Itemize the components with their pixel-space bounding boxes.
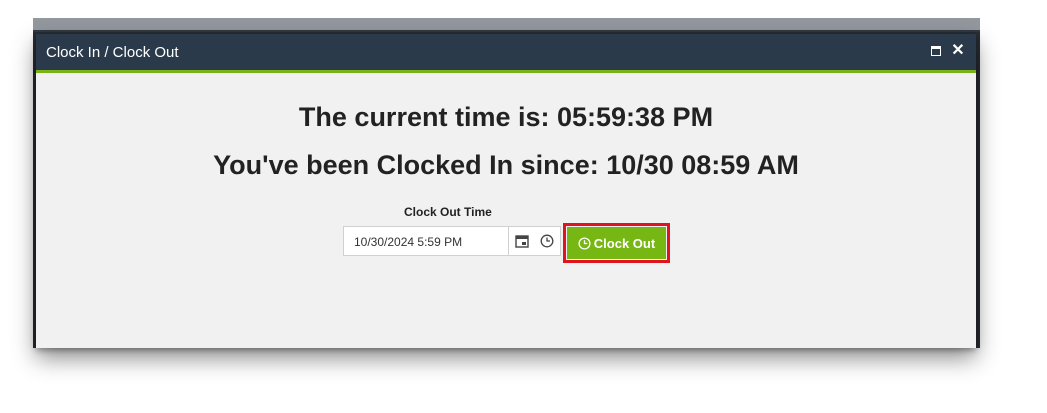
- clock-out-time-input[interactable]: [354, 235, 504, 249]
- clock-out-button[interactable]: Clock Out: [567, 227, 666, 259]
- dialog-content: The current time is: 05:59:38 PM You've …: [36, 73, 976, 348]
- clock-out-button-label: Clock Out: [593, 235, 656, 251]
- clocked-in-since-text: You've been Clocked In since: 10/30 08:5…: [213, 150, 799, 180]
- clock-dialog: Clock In / Clock Out ✕ The current time …: [36, 34, 976, 348]
- dialog-title: Clock In / Clock Out: [46, 44, 179, 61]
- maximize-button[interactable]: [928, 43, 944, 59]
- close-icon: ✕: [951, 42, 965, 59]
- time-picker-button[interactable]: [534, 227, 560, 255]
- clock-out-time-field[interactable]: [343, 226, 561, 256]
- calendar-picker-button[interactable]: [508, 227, 535, 255]
- current-time-text: The current time is: 05:59:38 PM: [298, 102, 714, 132]
- clock-out-time-label: Clock Out Time: [404, 205, 492, 219]
- clock-icon: [578, 236, 591, 250]
- dialog-titlebar: Clock In / Clock Out ✕: [36, 34, 976, 73]
- calendar-icon: [515, 235, 529, 248]
- background-app-strip: [33, 18, 980, 32]
- maximize-icon: [931, 46, 941, 56]
- close-button[interactable]: ✕: [950, 43, 966, 59]
- clock-icon: [540, 234, 554, 248]
